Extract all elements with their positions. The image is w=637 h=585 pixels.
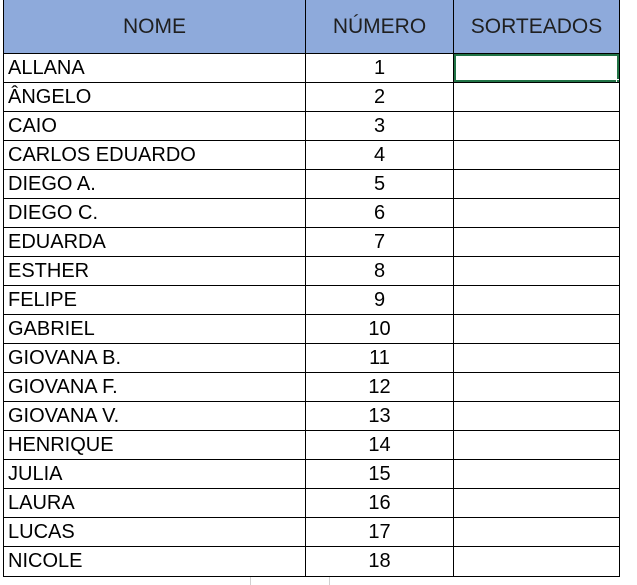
table-row: LAURA 16 bbox=[4, 489, 619, 518]
table-row: ÂNGELO 2 bbox=[4, 83, 619, 112]
drawn-cell[interactable] bbox=[454, 228, 619, 256]
drawn-cell[interactable] bbox=[454, 344, 619, 372]
number-cell[interactable]: 8 bbox=[306, 257, 454, 285]
name-cell[interactable]: ÂNGELO bbox=[4, 83, 306, 111]
number-cell[interactable]: 18 bbox=[306, 547, 454, 576]
drawn-cell[interactable] bbox=[454, 315, 619, 343]
partial-gridline bbox=[250, 577, 330, 585]
header-drawn-cell[interactable]: SORTEADOS bbox=[454, 0, 619, 53]
table-row: GIOVANA F. 12 bbox=[4, 373, 619, 402]
drawn-cell[interactable] bbox=[454, 141, 619, 169]
name-cell[interactable]: HENRIQUE bbox=[4, 431, 306, 459]
name-cell[interactable]: GIOVANA B. bbox=[4, 344, 306, 372]
name-cell[interactable]: ESTHER bbox=[4, 257, 306, 285]
name-cell[interactable]: JULIA bbox=[4, 460, 306, 488]
drawn-cell[interactable] bbox=[454, 489, 619, 517]
drawn-cell[interactable] bbox=[454, 199, 619, 227]
number-cell[interactable]: 14 bbox=[306, 431, 454, 459]
number-cell[interactable]: 7 bbox=[306, 228, 454, 256]
header-name-cell[interactable]: NOME bbox=[4, 0, 306, 53]
number-cell[interactable]: 10 bbox=[306, 315, 454, 343]
header-row: NOME NÚMERO SORTEADOS bbox=[4, 0, 619, 54]
name-cell[interactable]: GIOVANA F. bbox=[4, 373, 306, 401]
drawn-cell[interactable] bbox=[454, 257, 619, 285]
table-row: GIOVANA B. 11 bbox=[4, 344, 619, 373]
table-row: CAIO 3 bbox=[4, 112, 619, 141]
table-row: JULIA 15 bbox=[4, 460, 619, 489]
name-cell[interactable]: GIOVANA V. bbox=[4, 402, 306, 430]
drawn-cell[interactable] bbox=[454, 460, 619, 488]
number-cell[interactable]: 3 bbox=[306, 112, 454, 140]
table-row: FELIPE 9 bbox=[4, 286, 619, 315]
number-cell[interactable]: 16 bbox=[306, 489, 454, 517]
name-cell[interactable]: EDUARDA bbox=[4, 228, 306, 256]
name-cell[interactable]: NICOLE bbox=[4, 547, 306, 576]
table-row: NICOLE 18 bbox=[4, 547, 619, 576]
drawn-cell[interactable] bbox=[454, 547, 619, 576]
number-cell[interactable]: 11 bbox=[306, 344, 454, 372]
drawn-cell[interactable] bbox=[454, 431, 619, 459]
drawn-cell[interactable] bbox=[454, 83, 619, 111]
number-cell[interactable]: 4 bbox=[306, 141, 454, 169]
number-cell[interactable]: 15 bbox=[306, 460, 454, 488]
header-number-cell[interactable]: NÚMERO bbox=[306, 0, 454, 53]
table-row: HENRIQUE 14 bbox=[4, 431, 619, 460]
table-row: EDUARDA 7 bbox=[4, 228, 619, 257]
number-cell[interactable]: 6 bbox=[306, 199, 454, 227]
name-cell[interactable]: GABRIEL bbox=[4, 315, 306, 343]
spreadsheet-table: NOME NÚMERO SORTEADOS ALLANA 1 ÂNGELO 2 CAIO… bbox=[3, 0, 620, 577]
drawn-cell[interactable] bbox=[454, 286, 619, 314]
number-cell[interactable]: 5 bbox=[306, 170, 454, 198]
number-cell[interactable]: 17 bbox=[306, 518, 454, 546]
number-cell[interactable]: 12 bbox=[306, 373, 454, 401]
fill-handle[interactable] bbox=[616, 79, 619, 82]
table-row: ALLANA 1 bbox=[4, 54, 619, 83]
name-cell[interactable]: LUCAS bbox=[4, 518, 306, 546]
drawn-cell-selected[interactable] bbox=[454, 54, 619, 82]
name-cell[interactable]: DIEGO C. bbox=[4, 199, 306, 227]
table-row: ESTHER 8 bbox=[4, 257, 619, 286]
name-cell[interactable]: LAURA bbox=[4, 489, 306, 517]
drawn-cell[interactable] bbox=[454, 518, 619, 546]
drawn-cell[interactable] bbox=[454, 112, 619, 140]
table-row: LUCAS 17 bbox=[4, 518, 619, 547]
number-cell[interactable]: 1 bbox=[306, 54, 454, 82]
table-row: GIOVANA V. 13 bbox=[4, 402, 619, 431]
table-body: ALLANA 1 ÂNGELO 2 CAIO 3 CARLOS EDUARDO 4 DIEGO … bbox=[4, 54, 619, 576]
table-row: DIEGO C. 6 bbox=[4, 199, 619, 228]
drawn-cell[interactable] bbox=[454, 373, 619, 401]
name-cell[interactable]: DIEGO A. bbox=[4, 170, 306, 198]
name-cell[interactable]: CAIO bbox=[4, 112, 306, 140]
number-cell[interactable]: 13 bbox=[306, 402, 454, 430]
number-cell[interactable]: 9 bbox=[306, 286, 454, 314]
table-row: CARLOS EDUARDO 4 bbox=[4, 141, 619, 170]
name-cell[interactable]: FELIPE bbox=[4, 286, 306, 314]
table-row: GABRIEL 10 bbox=[4, 315, 619, 344]
name-cell[interactable]: ALLANA bbox=[4, 54, 306, 82]
drawn-cell[interactable] bbox=[454, 170, 619, 198]
drawn-cell[interactable] bbox=[454, 402, 619, 430]
number-cell[interactable]: 2 bbox=[306, 83, 454, 111]
table-row: DIEGO A. 5 bbox=[4, 170, 619, 199]
name-cell[interactable]: CARLOS EDUARDO bbox=[4, 141, 306, 169]
